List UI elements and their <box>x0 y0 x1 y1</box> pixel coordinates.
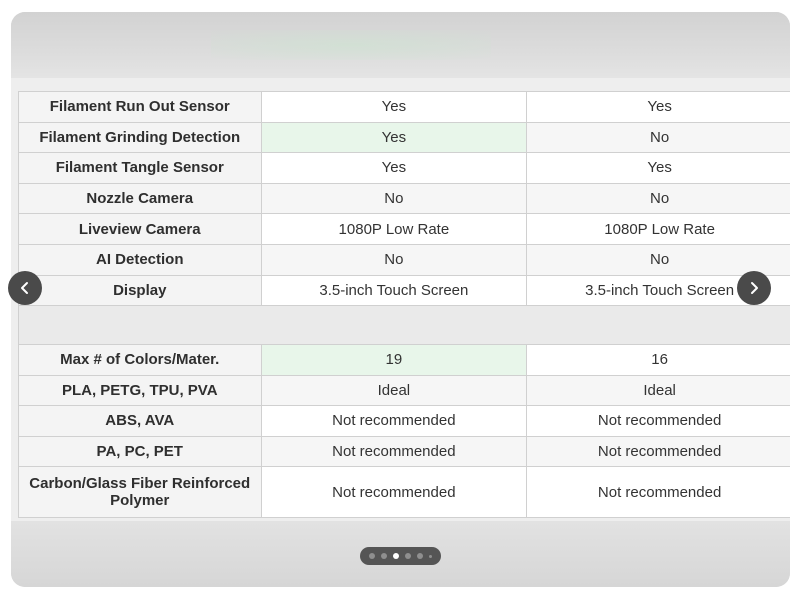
value-cell-b: Yes <box>526 152 790 184</box>
value-cell-a: Not recommended <box>260 466 528 518</box>
value-cell-a: 1080P Low Rate <box>260 213 528 245</box>
pagination-dot-active[interactable] <box>393 553 399 559</box>
value-cell-b: Not recommended <box>526 435 790 467</box>
pagination-dot[interactable] <box>381 553 387 559</box>
row-label: Carbon/Glass Fiber Reinforced Polymer <box>18 466 262 518</box>
value-cell-a: Ideal <box>260 374 528 406</box>
row-label: Max # of Colors/Mater. <box>18 344 262 376</box>
carousel-prev-button[interactable] <box>8 271 42 305</box>
comparison-content: Filament Run Out Sensor Yes Yes Filament… <box>11 78 790 521</box>
row-label: Display <box>18 274 262 307</box>
value-cell-a-highlighted: 19 <box>260 344 528 376</box>
carousel-next-button[interactable] <box>737 271 771 305</box>
value-cell-a: Not recommended <box>260 435 528 467</box>
specs-table-materials: Max # of Colors/Mater. 19 16 PLA, PETG, … <box>18 344 790 518</box>
row-label: Liveview Camera <box>18 213 262 245</box>
row-label: Nozzle Camera <box>18 182 262 215</box>
value-cell-a: No <box>260 243 528 276</box>
row-label: Filament Grinding Detection <box>18 121 262 154</box>
pagination-dot[interactable] <box>369 553 375 559</box>
value-cell-b: Yes <box>526 91 790 123</box>
slide-header-image <box>11 12 790 78</box>
table-row: Max # of Colors/Mater. 19 16 <box>18 344 790 376</box>
header-glow <box>211 30 491 60</box>
chevron-right-icon <box>751 282 758 294</box>
table-row: Filament Grinding Detection Yes No <box>18 121 790 154</box>
row-label: Filament Tangle Sensor <box>18 152 262 184</box>
value-cell-a: 3.5-inch Touch Screen <box>260 274 528 307</box>
value-cell-b: 1080P Low Rate <box>526 213 790 245</box>
value-cell-b: Not recommended <box>526 466 790 518</box>
section-divider <box>18 306 790 344</box>
table-row: Filament Tangle Sensor Yes Yes <box>18 152 790 184</box>
row-label: PA, PC, PET <box>18 435 262 467</box>
row-label: ABS, AVA <box>18 405 262 437</box>
table-row: Filament Run Out Sensor Yes Yes <box>18 91 790 123</box>
value-cell-b: 16 <box>526 344 790 376</box>
value-cell-b: Ideal <box>526 374 790 406</box>
value-cell-b: No <box>526 121 790 154</box>
pagination-dot[interactable] <box>429 554 432 558</box>
carousel-slide: Filament Run Out Sensor Yes Yes Filament… <box>11 12 790 587</box>
value-cell-a: Not recommended <box>260 405 528 437</box>
table-row: Display 3.5-inch Touch Screen 3.5-inch T… <box>18 274 790 307</box>
row-label: PLA, PETG, TPU, PVA <box>18 374 262 406</box>
value-cell-a-highlighted: Yes <box>260 121 528 154</box>
table-row: PA, PC, PET Not recommended Not recommen… <box>18 435 790 467</box>
row-label: AI Detection <box>18 243 262 276</box>
value-cell-b: Not recommended <box>526 405 790 437</box>
table-row: PLA, PETG, TPU, PVA Ideal Ideal <box>18 374 790 406</box>
table-row: Liveview Camera 1080P Low Rate 1080P Low… <box>18 213 790 245</box>
value-cell-a: Yes <box>260 91 528 123</box>
pagination-dot[interactable] <box>405 553 411 559</box>
table-row: AI Detection No No <box>18 243 790 276</box>
table-row: Carbon/Glass Fiber Reinforced Polymer No… <box>18 466 790 518</box>
chevron-left-icon <box>21 282 28 294</box>
slide-footer-image <box>11 521 790 587</box>
value-cell-a: No <box>260 182 528 215</box>
value-cell-b: No <box>526 182 790 215</box>
specs-table-sensors: Filament Run Out Sensor Yes Yes Filament… <box>18 91 790 307</box>
table-row: Nozzle Camera No No <box>18 182 790 215</box>
pagination-dot[interactable] <box>417 553 423 559</box>
table-row: ABS, AVA Not recommended Not recommended <box>18 405 790 437</box>
carousel-pagination[interactable] <box>360 547 441 565</box>
value-cell-a: Yes <box>260 152 528 184</box>
row-label: Filament Run Out Sensor <box>18 91 262 123</box>
